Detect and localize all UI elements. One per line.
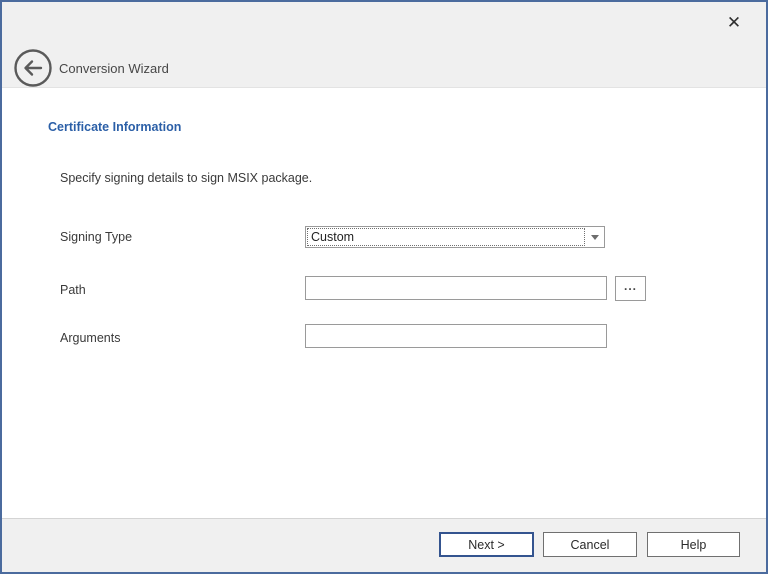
combobox-dropdown-button[interactable] bbox=[585, 227, 604, 247]
back-button[interactable] bbox=[14, 49, 52, 87]
chevron-down-icon bbox=[591, 235, 599, 240]
close-button[interactable]: ✕ bbox=[720, 8, 748, 36]
page-description: Specify signing details to sign MSIX pac… bbox=[60, 171, 312, 185]
back-arrow-icon bbox=[14, 49, 52, 87]
wizard-footer: Next > Cancel Help bbox=[2, 518, 766, 572]
ellipsis-icon: ... bbox=[624, 279, 637, 293]
arguments-input[interactable] bbox=[305, 324, 607, 348]
wizard-title: Conversion Wizard bbox=[59, 61, 169, 76]
browse-button[interactable]: ... bbox=[615, 276, 646, 301]
conversion-wizard-dialog: ✕ Conversion Wizard Certificate Informat… bbox=[0, 0, 768, 574]
help-button[interactable]: Help bbox=[647, 532, 740, 557]
wizard-content: Certificate Information Specify signing … bbox=[2, 89, 766, 518]
next-button[interactable]: Next > bbox=[439, 532, 534, 557]
close-icon: ✕ bbox=[727, 14, 741, 31]
signing-type-label: Signing Type bbox=[60, 230, 132, 244]
path-label: Path bbox=[60, 283, 86, 297]
arguments-label: Arguments bbox=[60, 331, 120, 345]
page-heading: Certificate Information bbox=[48, 120, 181, 134]
signing-type-combobox[interactable]: Custom bbox=[305, 226, 605, 248]
signing-type-value: Custom bbox=[311, 230, 354, 244]
wizard-header: ✕ Conversion Wizard bbox=[2, 2, 766, 88]
path-input[interactable] bbox=[305, 276, 607, 300]
cancel-button[interactable]: Cancel bbox=[543, 532, 637, 557]
